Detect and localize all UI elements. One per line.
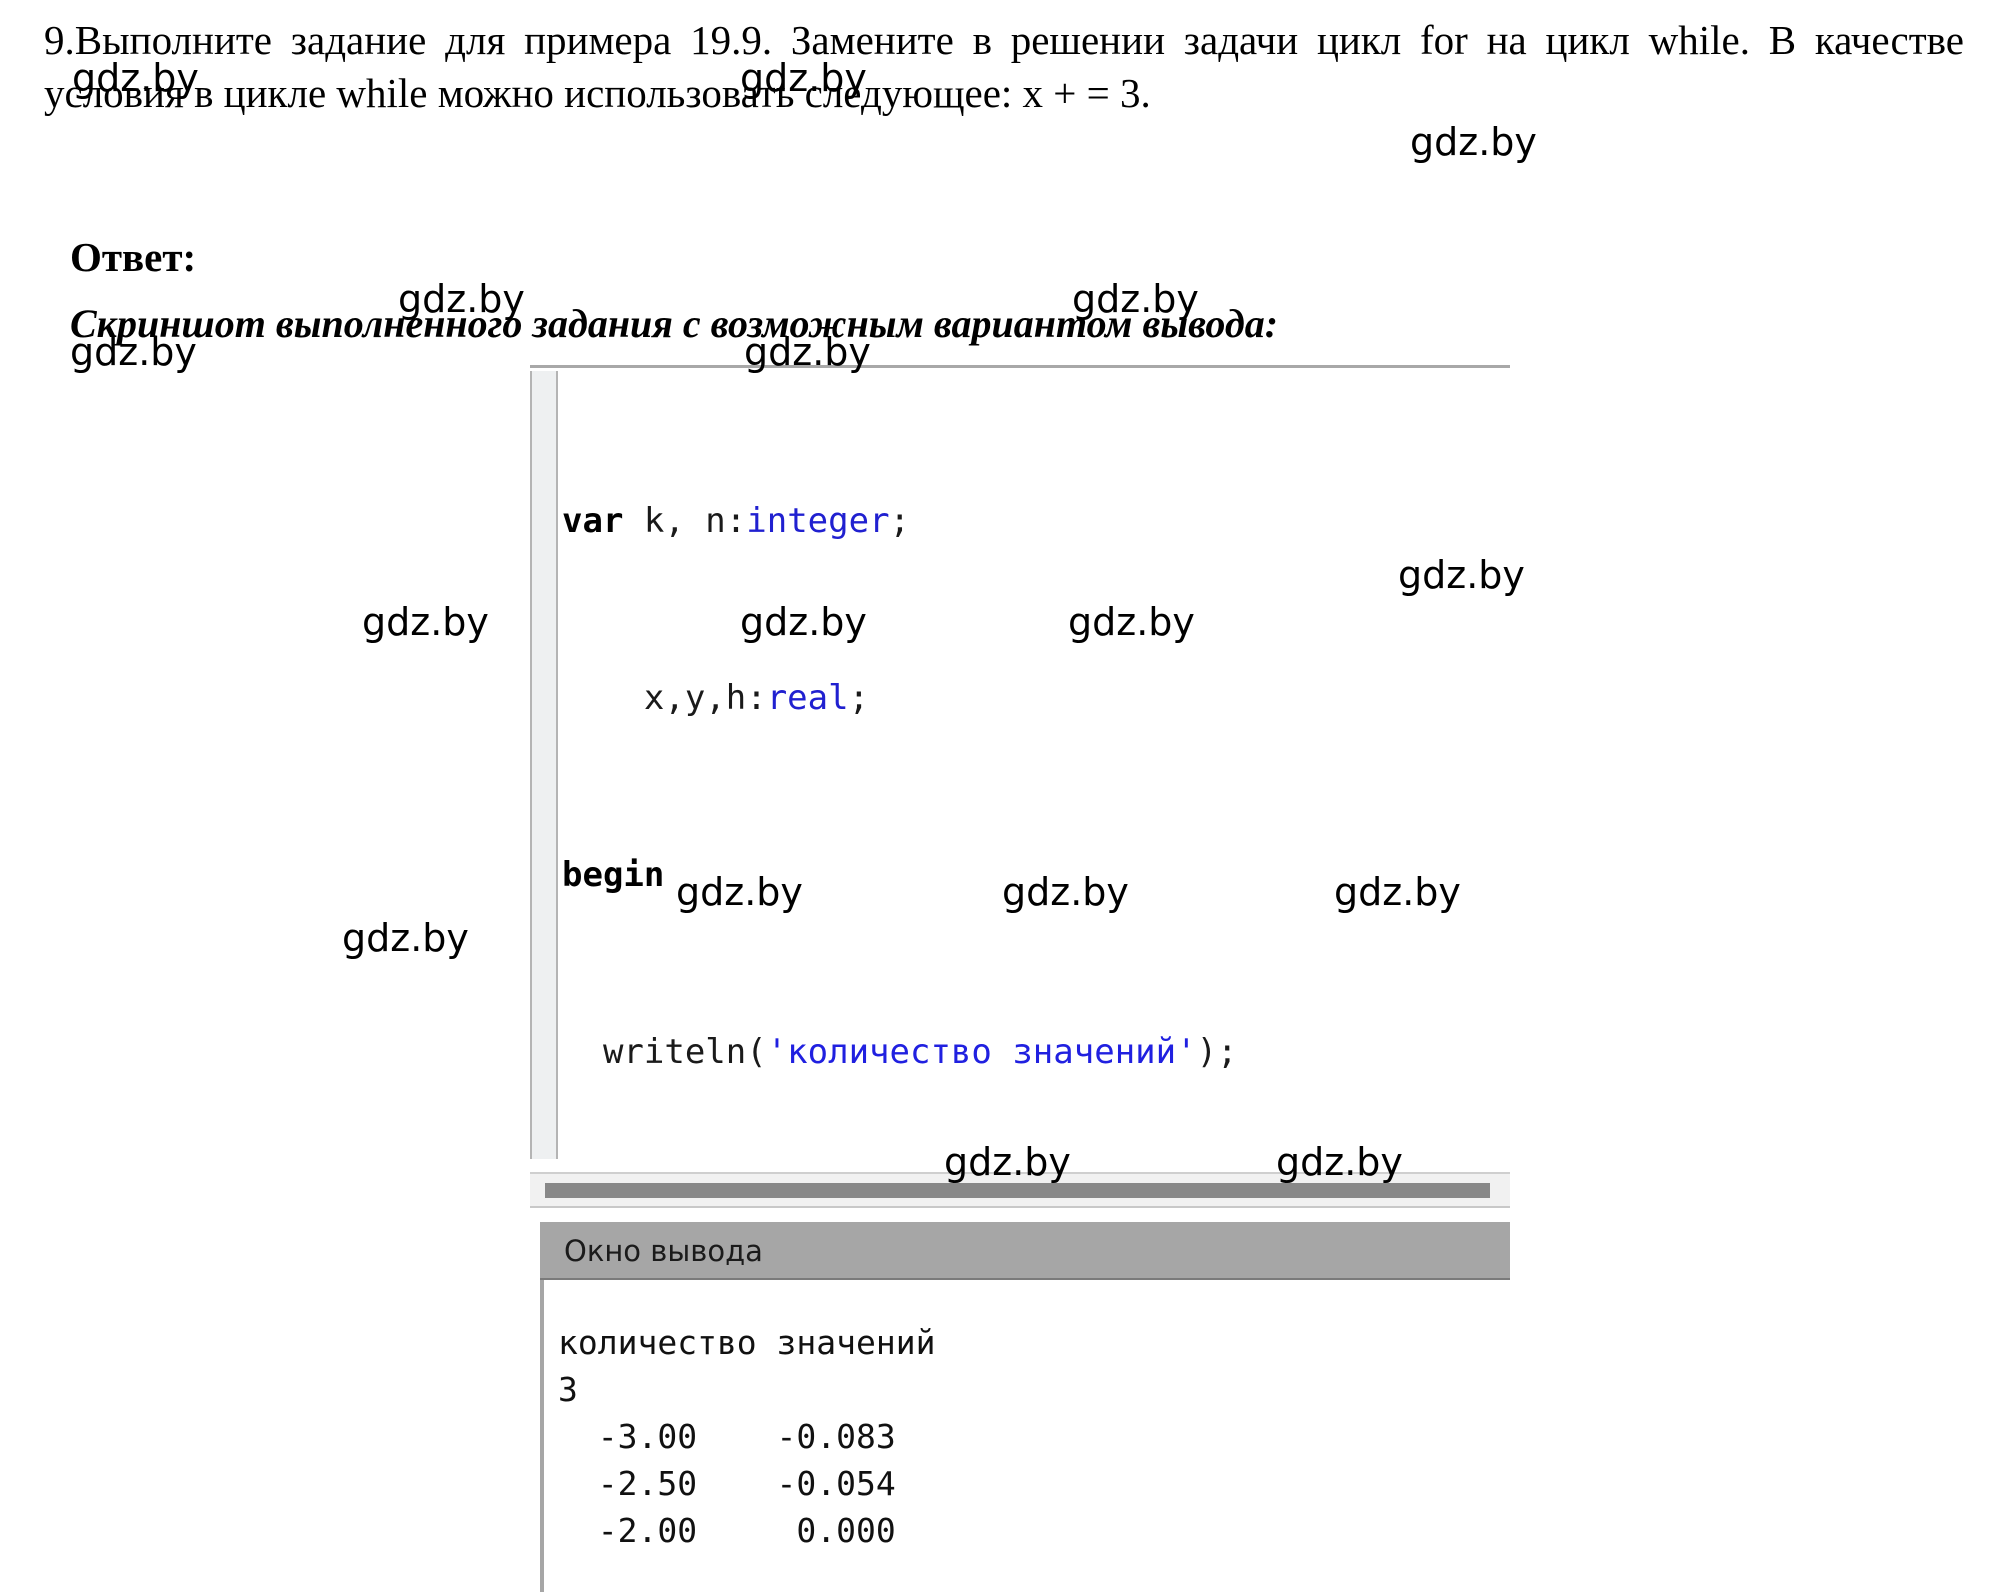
code-line: x,y,h:real;: [562, 678, 870, 718]
output-window-body: количество значений 3 -3.00 -0.083 -2.50…: [540, 1280, 1510, 1592]
code-line: begin: [562, 855, 665, 895]
output-console-text: количество значений 3 -3.00 -0.083 -2.50…: [558, 1323, 936, 1550]
code-text-area[interactable]: var k, n:integer; x,y,h:real; begin writ…: [562, 374, 1506, 1152]
output-window-title: Окно вывода: [564, 1234, 763, 1268]
watermark: gdz.by: [342, 916, 469, 960]
scrollbar-thumb[interactable]: [545, 1183, 1490, 1198]
screenshot-caption: Скриншот выполненного задания с возможны…: [70, 301, 1279, 346]
watermark: gdz.by: [362, 600, 489, 644]
editor-horizontal-scrollbar[interactable]: [530, 1172, 1510, 1208]
task-statement: 9.Выполните задание для примера 19.9. За…: [44, 14, 1964, 120]
task-body: Выполните задание для примера 19.9. Заме…: [44, 17, 1964, 116]
output-window-titlebar[interactable]: Окно вывода: [540, 1222, 1510, 1280]
code-line: writeln('количество значений');: [562, 1032, 1238, 1072]
editor-gutter: [530, 371, 558, 1159]
code-editor-window[interactable]: var k, n:integer; x,y,h:real; begin writ…: [530, 365, 1510, 1175]
output-window: Окно вывода количество значений 3 -3.00 …: [540, 1222, 1510, 1592]
code-line: var k, n:integer;: [562, 501, 911, 541]
task-number: 9.: [44, 17, 75, 63]
watermark: gdz.by: [1410, 120, 1537, 164]
answer-label: Ответ:: [70, 234, 197, 280]
